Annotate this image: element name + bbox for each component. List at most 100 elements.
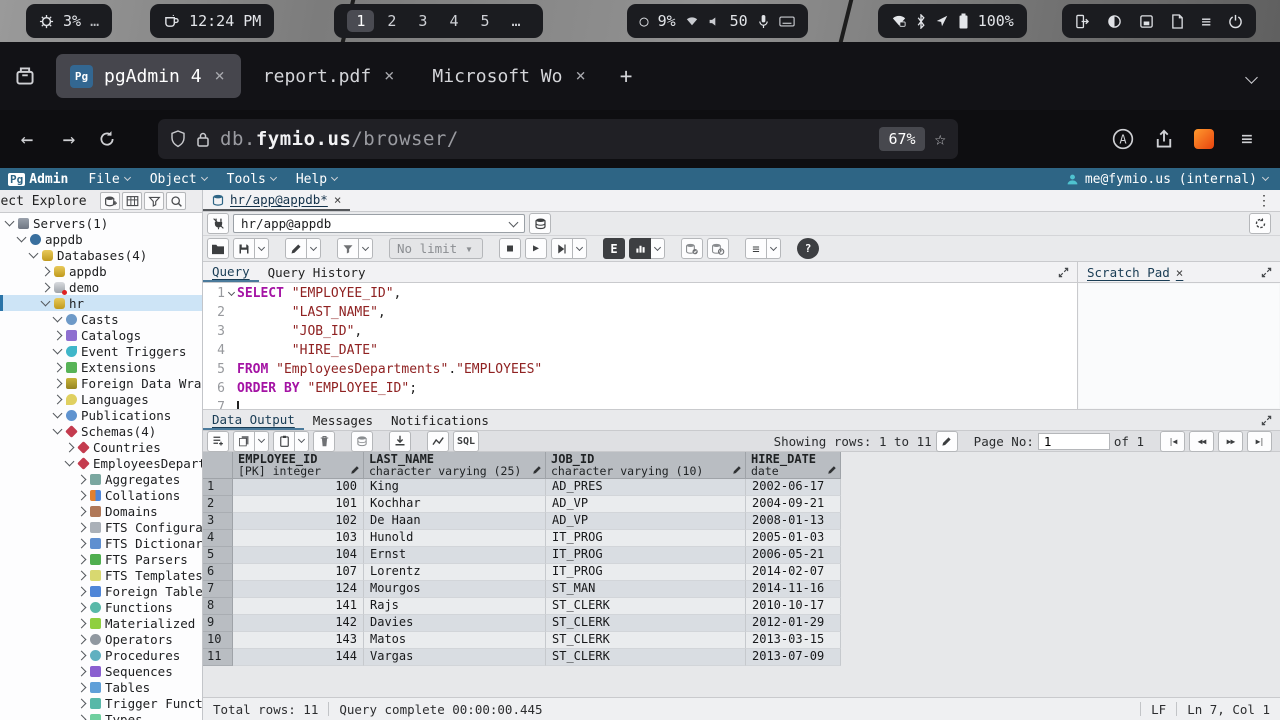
expand-editor-icon[interactable]	[1050, 267, 1077, 278]
chevron-right-icon[interactable]	[77, 490, 87, 500]
editor-line-6[interactable]: 6ORDER BY "EMPLOYEE_ID";	[203, 379, 1077, 398]
editor-line-1[interactable]: 1SELECT "EMPLOYEE_ID",	[203, 284, 1077, 303]
tree-item-fts-configurations[interactable]: FTS Configurations	[0, 519, 202, 535]
chevron-down-icon[interactable]	[53, 425, 63, 435]
zoom-level-badge[interactable]: 67%	[879, 127, 924, 151]
row-number-cell[interactable]: 7	[203, 581, 233, 598]
row-number-cell[interactable]: 2	[203, 496, 233, 513]
chevron-right-icon[interactable]	[77, 474, 87, 484]
cell-hire_date[interactable]: 2004-09-21	[746, 496, 841, 513]
chevron-right-icon[interactable]	[77, 538, 87, 548]
page-number-input[interactable]	[1038, 433, 1110, 450]
tree-item-countries[interactable]: Countries	[0, 439, 202, 455]
cell-last_name[interactable]: Davies	[364, 615, 546, 632]
filter-button[interactable]	[337, 238, 359, 259]
filter-dropdown-button[interactable]	[359, 238, 373, 259]
workspace-2[interactable]: 2	[378, 10, 405, 32]
table-row-2[interactable]: 2101KochharAD_VP2004-09-21	[203, 496, 1280, 513]
expand-output-icon[interactable]	[1253, 415, 1280, 426]
stop-button[interactable]: ■	[499, 238, 521, 259]
tree-item-publications[interactable]: Publications	[0, 407, 202, 423]
table-row-10[interactable]: 10143MatosST_CLERK2013-03-15	[203, 632, 1280, 649]
edit-range-button[interactable]	[936, 431, 958, 452]
chevron-right-icon[interactable]	[77, 666, 87, 676]
cell-employee_id[interactable]: 144	[233, 649, 364, 666]
tree-item-hr[interactable]: hr	[0, 295, 202, 311]
editor-line-7[interactable]: 7	[203, 398, 1077, 409]
row-limit-dropdown[interactable]: No limit▾	[389, 238, 483, 259]
graph-visualiser-button[interactable]	[427, 431, 449, 452]
save-data-button[interactable]	[351, 431, 373, 452]
save-dropdown-button[interactable]	[255, 238, 269, 259]
cell-last_name[interactable]: King	[364, 479, 546, 496]
grid-corner-cell[interactable]	[203, 452, 233, 479]
column-header-employee_id[interactable]: EMPLOYEE_ID[PK] integer	[233, 452, 364, 479]
query-tool-tab[interactable]: hr/app@appdb* ×	[203, 190, 350, 211]
lock-icon[interactable]	[196, 131, 210, 148]
cell-employee_id[interactable]: 103	[233, 530, 364, 547]
tree-item-collations[interactable]: Collations	[0, 487, 202, 503]
tree-item-foreign-data-wrappers[interactable]: Foreign Data Wrappers	[0, 375, 202, 391]
edit-dropdown-button[interactable]	[307, 238, 321, 259]
connection-status-button[interactable]	[207, 213, 229, 234]
add-server-icon[interactable]	[100, 192, 120, 210]
cell-employee_id[interactable]: 100	[233, 479, 364, 496]
tab-list-chevron-icon[interactable]	[1247, 67, 1270, 86]
delete-row-button[interactable]	[313, 431, 335, 452]
cell-hire_date[interactable]: 2006-05-21	[746, 547, 841, 564]
reload-button[interactable]	[98, 130, 124, 148]
cell-last_name[interactable]: Lorentz	[364, 564, 546, 581]
scratch-close-icon[interactable]: ×	[1176, 265, 1184, 280]
workspace-1[interactable]: 1	[347, 10, 374, 32]
cell-employee_id[interactable]: 107	[233, 564, 364, 581]
explain-dropdown-button[interactable]	[651, 238, 665, 259]
tree-item-casts[interactable]: Casts	[0, 311, 202, 327]
account-menu[interactable]: me@fymio.us (internal)	[1066, 172, 1272, 187]
reset-layout-button[interactable]	[1249, 213, 1271, 234]
cell-employee_id[interactable]: 143	[233, 632, 364, 649]
first-page-button[interactable]: |◀	[1160, 431, 1185, 452]
cell-job_id[interactable]: IT_PROG	[546, 564, 746, 581]
rollback-button[interactable]	[707, 238, 729, 259]
tree-item-event-triggers[interactable]: Event Triggers	[0, 343, 202, 359]
column-header-job_id[interactable]: JOB_IDcharacter varying (10)	[546, 452, 746, 479]
macros-button[interactable]: ≡	[745, 238, 767, 259]
tab-microsoft-word[interactable]: Microsoft Wo ×	[418, 54, 601, 98]
table-row-4[interactable]: 4103HunoldIT_PROG2005-01-03	[203, 530, 1280, 547]
chevron-right-icon[interactable]	[77, 650, 87, 660]
tree-item-aggregates[interactable]: Aggregates	[0, 471, 202, 487]
chevron-right-icon[interactable]	[77, 570, 87, 580]
copy-dropdown-button[interactable]	[255, 431, 269, 452]
query-tab-close-icon[interactable]: ×	[334, 192, 342, 207]
chevron-right-icon[interactable]	[77, 602, 87, 612]
chevron-down-icon[interactable]	[53, 313, 63, 323]
editor-line-5[interactable]: 5FROM "EmployeesDepartments"."EMPLOYEES"	[203, 360, 1077, 379]
fold-chevron-icon[interactable]	[227, 288, 234, 295]
menu-object[interactable]: Object	[150, 172, 207, 187]
tree-item-catalogs[interactable]: Catalogs	[0, 327, 202, 343]
cell-employee_id[interactable]: 104	[233, 547, 364, 564]
cell-last_name[interactable]: Ernst	[364, 547, 546, 564]
file-icon[interactable]	[1171, 14, 1184, 29]
cell-hire_date[interactable]: 2013-07-09	[746, 649, 841, 666]
chevron-right-icon[interactable]	[41, 266, 51, 276]
tree-item-schemas-4-[interactable]: Schemas(4)	[0, 423, 202, 439]
explain-button[interactable]: E	[603, 238, 625, 259]
column-header-last_name[interactable]: LAST_NAMEcharacter varying (25)	[364, 452, 546, 479]
cell-job_id[interactable]: IT_PROG	[546, 547, 746, 564]
tree-item-fts-dictionaries[interactable]: FTS Dictionaries	[0, 535, 202, 551]
menu-icon[interactable]: ≡	[1201, 12, 1211, 31]
chevron-right-icon[interactable]	[77, 698, 87, 708]
column-header-hire_date[interactable]: HIRE_DATEdate	[746, 452, 841, 479]
menu-file[interactable]: File	[88, 172, 129, 187]
explain-analyze-button[interactable]	[629, 238, 651, 259]
tab-notifications[interactable]: Notifications	[382, 410, 498, 430]
cell-last_name[interactable]: Matos	[364, 632, 546, 649]
cell-job_id[interactable]: ST_CLERK	[546, 632, 746, 649]
row-number-cell[interactable]: 8	[203, 598, 233, 615]
tree-item-sequences[interactable]: Sequences	[0, 663, 202, 679]
menu-tools[interactable]: Tools	[227, 172, 276, 187]
tree-item-procedures[interactable]: Procedures	[0, 647, 202, 663]
table-row-8[interactable]: 8141RajsST_CLERK2010-10-17	[203, 598, 1280, 615]
chevron-right-icon[interactable]	[53, 362, 63, 372]
